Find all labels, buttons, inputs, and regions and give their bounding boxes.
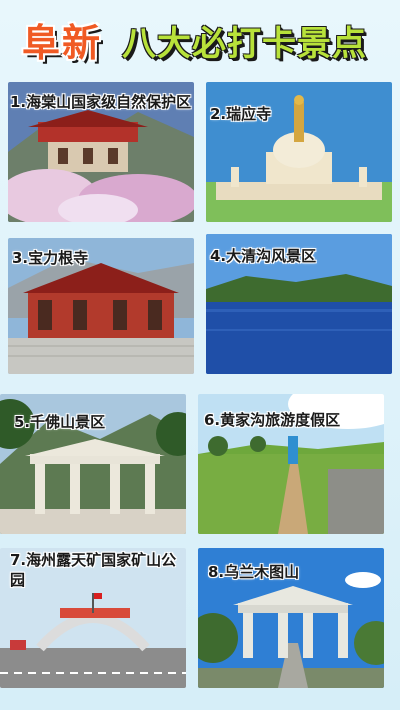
spot-label: 3.宝力根寺 <box>12 249 89 267</box>
spot-label: 5.千佛山景区 <box>14 413 106 431</box>
spot-label: 7.海州露天矿国家矿山公园 <box>10 551 177 589</box>
page: 阜新 八大必打卡景点 1.海棠山国家级自然保护区 2.瑞应寺 3.宝力根寺 4.… <box>0 0 400 710</box>
spot-label: 4.大清沟风景区 <box>210 247 317 265</box>
spot-card-huangjiagou[interactable]: 6.黄家沟旅游度假区 <box>198 394 384 534</box>
spot-label: 6.黄家沟旅游度假区 <box>204 411 341 429</box>
spot-label: 8.乌兰木图山 <box>208 563 300 581</box>
title-city: 阜新 <box>22 21 103 65</box>
spot-card-ruiying-temple[interactable]: 2.瑞应寺 <box>206 82 392 222</box>
spot-card-haizhou-mine-park[interactable]: 7.海州露天矿国家矿山公园 <box>0 548 186 688</box>
spot-card-daqinggou[interactable]: 4.大清沟风景区 <box>206 234 392 374</box>
ruiying-temple-photo <box>206 82 392 222</box>
title-main: 八大必打卡景点 <box>122 24 367 64</box>
page-title: 阜新 八大必打卡景点 <box>0 6 400 76</box>
spot-card-qianfoshan[interactable]: 5.千佛山景区 <box>0 394 186 534</box>
spot-card-baoligen-temple[interactable]: 3.宝力根寺 <box>8 238 194 374</box>
spot-card-wulanmutu-mountain[interactable]: 8.乌兰木图山 <box>198 548 384 688</box>
spot-card-haitangshan[interactable]: 1.海棠山国家级自然保护区 <box>8 82 194 222</box>
spot-label: 2.瑞应寺 <box>210 105 272 123</box>
spot-label: 1.海棠山国家级自然保护区 <box>10 93 192 111</box>
